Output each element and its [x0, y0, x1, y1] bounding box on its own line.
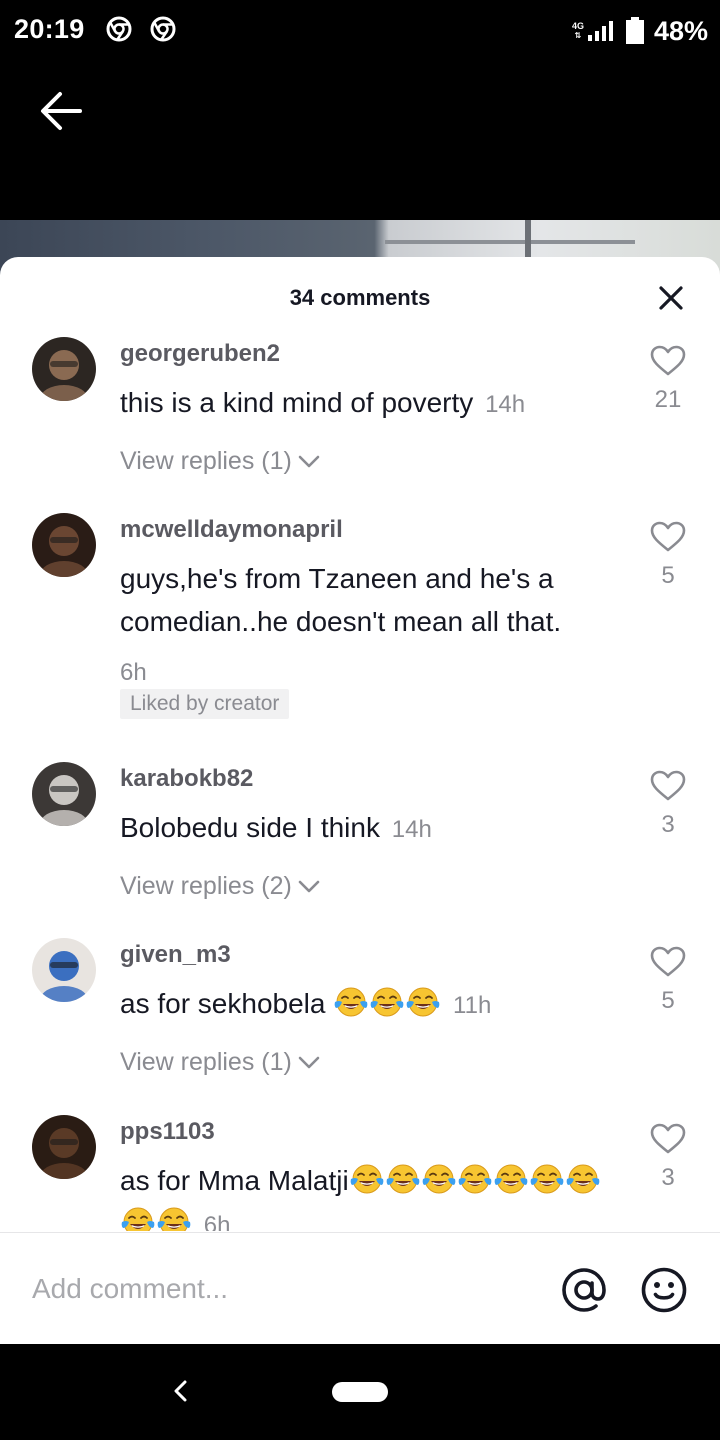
network-type-label: 4G ⇅ — [571, 21, 584, 41]
like-count: 3 — [661, 1164, 675, 1191]
chevron-down-icon — [298, 1056, 320, 1068]
comment-timestamp: 14h — [485, 391, 526, 418]
tears-of-joy-emoji — [422, 1164, 456, 1194]
nav-back-icon[interactable] — [168, 1376, 192, 1406]
tears-of-joy-emoji — [370, 987, 404, 1017]
comments-sheet: 34 comments georgeruben2 this is a kind … — [0, 257, 720, 1344]
tears-of-joy-emoji — [566, 1164, 600, 1194]
comment-timestamp: 6h — [120, 659, 147, 686]
avatar[interactable] — [32, 762, 96, 826]
tears-of-joy-emoji — [157, 1207, 191, 1231]
comment-list[interactable]: georgeruben2 this is a kind mind of pove… — [0, 337, 720, 1231]
like-count: 3 — [661, 811, 675, 838]
tears-of-joy-emoji — [350, 1164, 384, 1194]
comment-item: pps1103 as for Mma Malatji 6h 3 — [0, 1115, 720, 1231]
tears-of-joy-emoji — [334, 987, 368, 1017]
chevron-down-icon — [298, 455, 320, 467]
avatar-image — [32, 1115, 96, 1179]
like-control: 3 — [646, 1123, 690, 1192]
heart-outline-icon[interactable] — [650, 1123, 686, 1155]
status-bar: 20:19 4G ⇅ 48% — [0, 0, 720, 62]
avatar[interactable] — [32, 337, 96, 401]
comment-text: as for Mma Malatji 6h — [120, 1159, 620, 1231]
sheet-header: 34 comments — [0, 257, 720, 337]
comment-timestamp: 14h — [391, 816, 432, 843]
heart-outline-icon[interactable] — [650, 345, 686, 377]
chevron-down-icon — [298, 880, 320, 892]
comment-text: Bolobedu side I think 14h — [120, 812, 432, 843]
comment-username[interactable]: karabokb82 — [120, 765, 253, 793]
comment-username[interactable]: georgeruben2 — [120, 340, 280, 368]
like-count: 5 — [661, 562, 675, 589]
system-navigation-bar — [0, 1344, 720, 1440]
comment-username[interactable]: given_m3 — [120, 941, 231, 969]
tears-of-joy-emoji — [121, 1207, 155, 1231]
smiley-icon[interactable] — [640, 1266, 688, 1314]
like-count: 21 — [654, 386, 682, 413]
close-icon[interactable] — [658, 285, 684, 311]
chrome-icon — [106, 16, 132, 42]
heart-outline-icon[interactable] — [650, 770, 686, 802]
tears-of-joy-emoji — [530, 1164, 564, 1194]
tears-of-joy-emoji — [458, 1164, 492, 1194]
avatar-image — [32, 513, 96, 577]
back-arrow-icon[interactable] — [36, 86, 88, 136]
status-time: 20:19 — [14, 14, 85, 44]
like-control: 5 — [646, 946, 690, 1015]
liked-by-creator-badge: Liked by creator — [120, 689, 290, 719]
at-sign-icon[interactable] — [560, 1266, 608, 1314]
avatar[interactable] — [32, 513, 96, 577]
comment-text: as for sekhobela 11h — [120, 987, 492, 1019]
comment-input-bar — [0, 1232, 720, 1344]
like-count: 5 — [661, 987, 675, 1014]
tears-of-joy-emoji — [494, 1164, 528, 1194]
view-replies-button[interactable]: View replies (1) — [120, 1048, 320, 1077]
comment-timestamp: 6h — [203, 1212, 231, 1231]
like-control: 5 — [646, 521, 690, 590]
status-indicators: 4G ⇅ 48% — [572, 14, 708, 48]
add-comment-input[interactable] — [32, 1263, 532, 1315]
comments-count-title: 34 comments — [289, 285, 431, 310]
comment-username[interactable]: pps1103 — [120, 1118, 215, 1146]
home-pill-button[interactable] — [332, 1382, 388, 1402]
view-replies-button[interactable]: View replies (2) — [120, 872, 320, 901]
like-control: 21 — [646, 345, 690, 414]
heart-outline-icon[interactable] — [650, 521, 686, 553]
heart-outline-icon[interactable] — [650, 946, 686, 978]
view-replies-button[interactable]: View replies (1) — [120, 447, 320, 476]
comment-item: georgeruben2 this is a kind mind of pove… — [0, 337, 720, 507]
signal-icon — [587, 21, 613, 41]
comment-text: guys,he's from Tzaneen and he's a comedi… — [120, 563, 562, 637]
chrome-icon — [150, 16, 176, 42]
battery-percentage: 48% — [653, 15, 708, 46]
comment-timestamp: 11h — [453, 992, 492, 1019]
avatar-image — [32, 762, 96, 826]
comment-item: given_m3 as for sekhobela 11h 5 View rep… — [0, 938, 720, 1108]
comment-text: this is a kind mind of poverty 14h — [120, 387, 526, 418]
tears-of-joy-emoji — [386, 1164, 420, 1194]
comment-item: mcwelldaymonapril guys,he's from Tzaneen… — [0, 513, 720, 753]
avatar[interactable] — [32, 938, 96, 1002]
avatar-image — [32, 938, 96, 1002]
avatar-image — [32, 337, 96, 401]
tears-of-joy-emoji — [406, 987, 440, 1017]
battery-icon — [625, 17, 644, 44]
emoji-group — [333, 987, 441, 1019]
like-control: 3 — [646, 770, 690, 839]
comment-username[interactable]: mcwelldaymonapril — [120, 516, 343, 544]
comment-item: karabokb82 Bolobedu side I think 14h 3 V… — [0, 762, 720, 932]
avatar[interactable] — [32, 1115, 96, 1179]
